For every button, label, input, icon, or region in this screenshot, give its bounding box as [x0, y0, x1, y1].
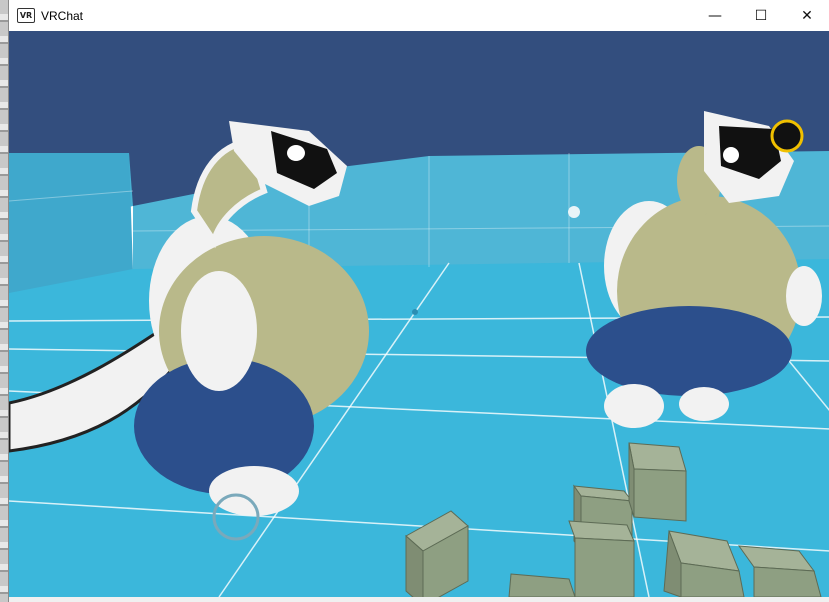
- maximize-icon: ☐: [754, 7, 768, 24]
- floor-marker: [412, 309, 418, 315]
- avatar-left-leg: [209, 466, 299, 516]
- cube: [568, 520, 635, 597]
- cube: [628, 442, 687, 522]
- avatar-right-arm: [786, 266, 822, 326]
- close-button[interactable]: ✕: [784, 0, 829, 31]
- window-controls: — ☐ ✕: [692, 0, 829, 31]
- avatar-right-nameplate-icon: [770, 119, 804, 153]
- avatar-right-shorts: [586, 306, 792, 396]
- avatar-right-eye: [723, 147, 739, 163]
- vrchat-app-icon: VR: [17, 8, 35, 23]
- minimize-icon: —: [708, 7, 722, 24]
- floating-orb: [568, 206, 580, 218]
- game-viewport[interactable]: [9, 31, 829, 597]
- desktop-background: [0, 0, 8, 602]
- avatar-right-leg-right: [679, 387, 729, 421]
- avatar-left-arm: [181, 271, 257, 391]
- maximize-button[interactable]: ☐: [738, 0, 784, 31]
- close-icon: ✕: [801, 7, 813, 24]
- avatar-right-leg-left: [604, 384, 664, 428]
- avatar-left-eye: [287, 145, 305, 161]
- world-scene: [9, 31, 829, 597]
- window-bottom-border: [9, 597, 829, 602]
- minimize-button[interactable]: —: [692, 0, 738, 31]
- vrchat-window: VR VRChat — ☐ ✕: [8, 0, 829, 602]
- title-bar[interactable]: VR VRChat — ☐ ✕: [9, 0, 829, 31]
- window-title: VRChat: [41, 8, 84, 23]
